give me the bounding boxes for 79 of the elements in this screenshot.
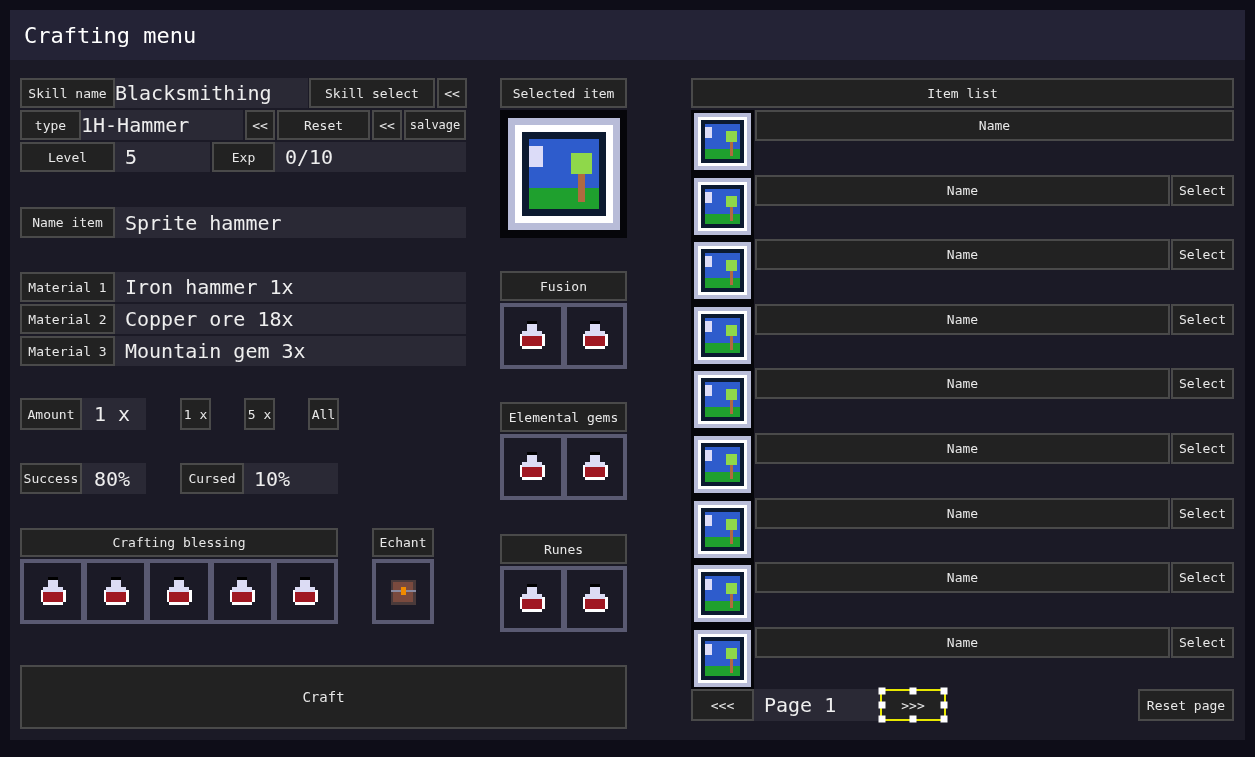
value-field: Mountain gem 3x	[115, 336, 466, 366]
potion-icon	[517, 584, 548, 614]
next-page-button[interactable]: >>>	[880, 689, 946, 722]
craft-button[interactable]: Craft	[20, 665, 627, 729]
text-button[interactable]: Skill select	[309, 78, 435, 108]
item-slot[interactable]	[504, 307, 561, 365]
value-field: Blacksmithing	[115, 78, 308, 108]
section-header: Crafting blessing	[20, 528, 338, 558]
previous-page-button[interactable]: <<<	[691, 689, 754, 722]
item-slot[interactable]	[566, 438, 623, 496]
item-name: Name	[755, 303, 1170, 335]
section-header: Selected item	[500, 78, 627, 108]
section-header: Echant	[372, 528, 434, 558]
text-button[interactable]: 1 x	[180, 398, 211, 430]
item-slot[interactable]	[87, 563, 145, 620]
section-header: Item list	[691, 78, 1234, 108]
select-button[interactable]: Select	[1171, 562, 1234, 594]
landscape-picture-icon	[507, 118, 620, 230]
field-label: Amount	[20, 398, 82, 430]
item-slot[interactable]	[213, 563, 271, 620]
select-button[interactable]: Select	[1171, 368, 1234, 400]
field-label: Name item	[20, 207, 115, 238]
item-name: Name	[755, 626, 1170, 658]
item-slot[interactable]	[566, 307, 623, 365]
field-label: Cursed	[180, 463, 244, 494]
select-button[interactable]: Select	[1171, 497, 1234, 529]
value-field: Sprite hammer	[115, 207, 466, 238]
field-label: Exp	[212, 142, 275, 172]
field-label: Skill name	[20, 78, 115, 108]
item-name: Name	[755, 497, 1170, 529]
field-label: Level	[20, 142, 115, 172]
item-name: Name	[755, 432, 1170, 464]
potion-icon	[517, 452, 548, 482]
arrow-button[interactable]: <<	[437, 78, 467, 108]
select-button[interactable]: Select	[1171, 174, 1234, 206]
select-button[interactable]: Select	[1171, 303, 1234, 335]
value-field: Iron hammer 1x	[115, 272, 466, 302]
item-name: Name	[755, 174, 1170, 206]
item-name: Name	[755, 110, 1234, 141]
select-button[interactable]: Select	[1171, 626, 1234, 658]
item-slot[interactable]	[504, 570, 561, 628]
select-button[interactable]: Select	[1171, 432, 1234, 464]
section-header: Runes	[500, 534, 627, 564]
text-button[interactable]: salvage	[404, 110, 466, 140]
arrow-button[interactable]: <<	[372, 110, 402, 140]
item-name: Name	[755, 368, 1170, 400]
value-field: 10%	[244, 463, 338, 494]
text-button[interactable]: 5 x	[244, 398, 275, 430]
value-field: 5	[115, 142, 210, 172]
item-slot[interactable]	[150, 563, 208, 620]
potion-icon	[517, 321, 548, 351]
field-label: Material 2	[20, 304, 115, 334]
arrow-button[interactable]: <<	[245, 110, 275, 140]
item-slot[interactable]	[276, 563, 334, 620]
potion-icon	[290, 576, 321, 607]
potion-icon	[164, 576, 194, 607]
section-header: Elemental gems	[500, 402, 627, 432]
text-button[interactable]: All	[308, 398, 339, 430]
item-name: Name	[755, 562, 1170, 594]
value-field: 80%	[82, 463, 146, 494]
section-header: Fusion	[500, 271, 627, 301]
value-field: 1H-Hammer	[81, 110, 243, 140]
select-button[interactable]: Select	[1171, 239, 1234, 271]
field-label: Success	[20, 463, 82, 494]
text-button[interactable]: Reset	[277, 110, 370, 140]
reset-page-button[interactable]: Reset page	[1138, 689, 1234, 722]
item-slot[interactable]	[504, 438, 561, 496]
field-label: type	[20, 110, 81, 140]
item-slot[interactable]	[566, 570, 623, 628]
value-field: Copper ore 18x	[115, 304, 466, 334]
item-name: Name	[755, 239, 1170, 271]
value-field: Page 1	[754, 689, 880, 722]
field-label: Material 1	[20, 272, 115, 302]
field-label: Material 3	[20, 336, 115, 366]
window-title: Crafting menu	[24, 22, 197, 48]
value-field: 1 x	[82, 398, 146, 430]
value-field: 0/10	[275, 142, 466, 172]
item-slot[interactable]	[24, 563, 82, 620]
potion-icon	[227, 576, 258, 607]
